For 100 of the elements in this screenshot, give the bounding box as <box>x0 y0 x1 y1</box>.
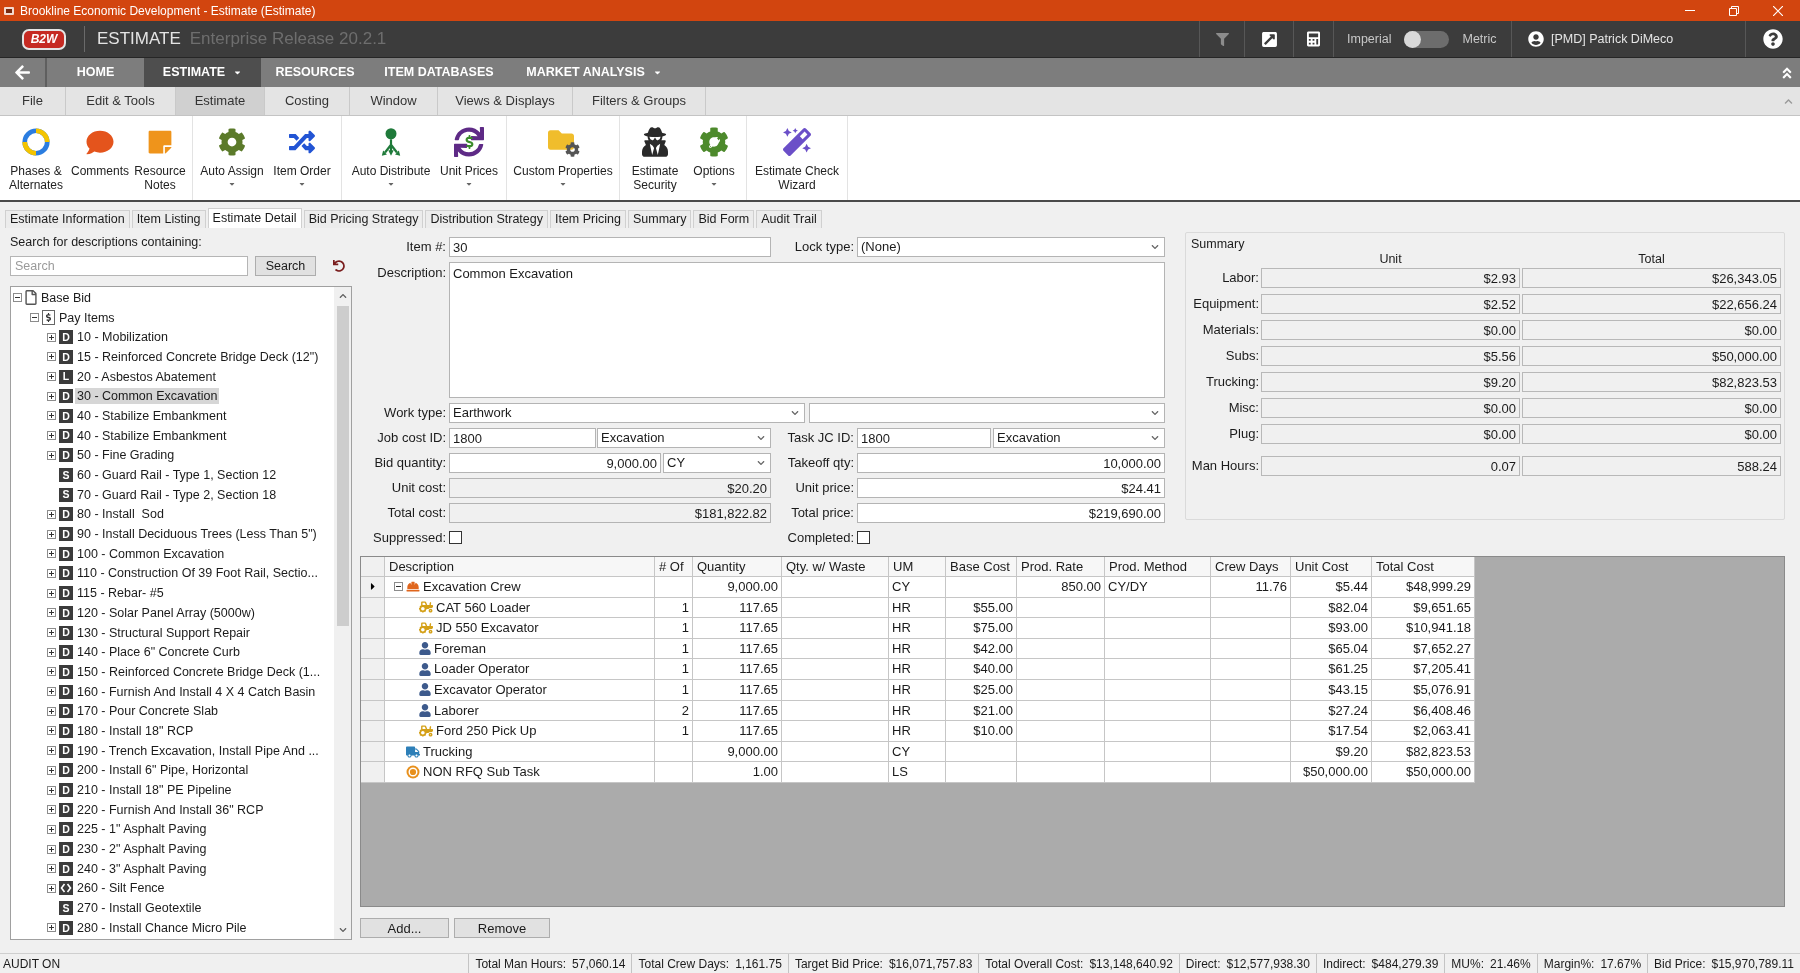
document-tab[interactable]: Item Listing <box>131 210 206 228</box>
plus-box-icon[interactable] <box>47 628 56 638</box>
auto-distribute-button[interactable]: Auto Distribute <box>346 116 436 200</box>
grid-action-button[interactable]: Add... <box>360 918 449 938</box>
document-tab[interactable]: Bid Pricing Strategy <box>303 210 424 228</box>
document-tab[interactable]: Estimate Detail <box>207 208 302 228</box>
double-chevron-up-icon[interactable] <box>1780 65 1794 80</box>
tree-item[interactable]: 200 - Install 6" Pipe, Horizontal <box>75 762 251 779</box>
total-cost-field[interactable]: $181,822.82 <box>449 503 771 523</box>
plus-box-icon[interactable] <box>47 844 56 854</box>
tree-item[interactable]: 170 - Pour Concrete Slab <box>75 703 221 720</box>
plus-box-icon[interactable] <box>47 352 56 362</box>
tree-item[interactable]: 100 - Common Excavation <box>75 545 227 562</box>
options-button[interactable]: Options <box>686 116 742 200</box>
summary-total-field[interactable]: $0.00 <box>1522 320 1781 340</box>
check-wizard-button[interactable]: Estimate Check Wizard <box>751 116 843 200</box>
tree-item[interactable]: 10 - Mobilization <box>75 329 170 346</box>
tree-item[interactable]: 110 - Construction Of 39 Foot Rail, Sectio... <box>75 565 320 582</box>
plus-box-icon[interactable] <box>47 687 56 697</box>
auto-assign-button[interactable]: Auto Assign <box>197 116 267 200</box>
plus-box-icon[interactable] <box>47 588 56 598</box>
document-tab[interactable]: Summary <box>627 210 692 228</box>
tree-item[interactable]: 240 - 3" Asphalt Paving <box>75 860 209 877</box>
item-order-button[interactable]: Item Order <box>267 116 337 200</box>
summary-unit-field[interactable]: $9.20 <box>1261 372 1520 392</box>
security-button[interactable]: Estimate Security <box>624 116 686 200</box>
column-header[interactable]: Crew Days <box>1211 557 1291 577</box>
tree-item[interactable]: 210 - Install 18" PE Pipeline <box>75 782 234 799</box>
unit-dropdown[interactable]: CY <box>663 453 771 473</box>
tree-item[interactable]: 90 - Install Deciduous Trees (Less Than 5") <box>75 526 319 543</box>
summary-total-field[interactable]: $50,000.00 <box>1522 346 1781 366</box>
summary-unit-field[interactable]: 0.07 <box>1261 456 1520 476</box>
unit-prices-button[interactable]: Unit Prices <box>436 116 502 200</box>
phases-button[interactable]: Phases & Alternates <box>4 116 68 200</box>
checkbox[interactable] <box>449 531 462 545</box>
plus-box-icon[interactable] <box>47 706 56 716</box>
column-header[interactable]: UM <box>889 557 946 577</box>
nav-tab[interactable]: ITEM DATABASES <box>369 58 509 87</box>
tree-item[interactable]: 80 - Install Sod <box>75 506 166 523</box>
tree-item[interactable]: Base Bid <box>39 289 94 306</box>
minus-box-icon[interactable] <box>30 313 39 323</box>
scrollbar[interactable] <box>334 287 351 939</box>
column-header[interactable]: Prod. Rate <box>1017 557 1105 577</box>
plus-box-icon[interactable] <box>47 549 56 559</box>
column-header[interactable]: Quantity <box>693 557 782 577</box>
ribbon-tab[interactable]: Costing <box>265 87 350 115</box>
summary-total-field[interactable]: $0.00 <box>1522 424 1781 444</box>
document-tab[interactable]: Distribution Strategy <box>425 210 548 228</box>
summary-total-field[interactable]: $26,343.05 <box>1522 268 1781 288</box>
total-price-field[interactable]: $219,690.00 <box>857 503 1165 523</box>
ribbon-tab[interactable]: Window <box>350 87 438 115</box>
plus-box-icon[interactable] <box>47 746 56 756</box>
chevron-up-icon[interactable] <box>338 292 347 300</box>
summary-total-field[interactable]: 588.24 <box>1522 456 1781 476</box>
nav-tab[interactable]: ESTIMATE <box>144 58 261 87</box>
plus-box-icon[interactable] <box>47 805 56 815</box>
tree-item[interactable]: 20 - Asbestos Abatement <box>75 368 218 385</box>
notes-button[interactable]: Resource Notes <box>132 116 188 200</box>
summary-unit-field[interactable]: $0.00 <box>1261 424 1520 444</box>
takeoff-quantity-field[interactable]: 10,000.00 <box>857 453 1165 473</box>
plus-box-icon[interactable] <box>47 332 56 342</box>
plus-box-icon[interactable] <box>47 529 56 539</box>
tree-item[interactable]: 180 - Install 18" RCP <box>75 722 196 739</box>
tree-item[interactable]: 280 - Install Chance Micro Pile <box>75 919 249 936</box>
ribbon-tab[interactable]: File <box>0 87 66 115</box>
unit-price-field[interactable]: $24.41 <box>857 478 1165 498</box>
bid-quantity-field[interactable]: 9,000.00 <box>449 453 661 473</box>
column-header[interactable]: Unit Cost <box>1291 557 1372 577</box>
column-header[interactable]: Description <box>385 557 655 577</box>
units-toggle[interactable] <box>1404 30 1450 48</box>
document-tab[interactable]: Audit Trail <box>756 210 822 228</box>
work-type-dropdown[interactable]: Earthwork <box>449 403 805 423</box>
plus-box-icon[interactable] <box>47 450 56 460</box>
tree-item[interactable]: 150 - Reinforced Concrete Bridge Deck (1... <box>75 663 323 680</box>
tree-item[interactable]: 30 - Common Excavation <box>75 388 220 405</box>
tree-item[interactable]: 120 - Solar Panel Array (5000w) <box>75 604 257 621</box>
grid-action-button[interactable]: Remove <box>454 918 550 938</box>
plus-box-icon[interactable] <box>47 608 56 618</box>
minus-box-icon[interactable] <box>13 293 22 303</box>
document-tab[interactable]: Bid Form <box>693 210 755 228</box>
column-header[interactable]: Base Cost <box>946 557 1017 577</box>
column-header[interactable]: Qty. w/ Waste <box>782 557 889 577</box>
task-id-field[interactable]: 1800 <box>857 428 991 448</box>
document-tab[interactable]: Estimate Information <box>5 210 130 228</box>
plus-box-icon[interactable] <box>47 667 56 677</box>
lock-type-dropdown[interactable]: (None) <box>857 237 1165 257</box>
tree-item[interactable]: 225 - 1" Asphalt Paving <box>75 821 209 838</box>
unit-cost-field[interactable]: $20.20 <box>449 478 771 498</box>
tree-item[interactable]: 270 - Install Geotextile <box>75 900 204 917</box>
tree-item[interactable]: 50 - Fine Grading <box>75 447 177 464</box>
plus-box-icon[interactable] <box>47 568 56 578</box>
ribbon-tab[interactable]: Views & Displays <box>438 87 573 115</box>
job-cost-id-field[interactable]: 1800 <box>449 428 596 448</box>
ribbon-tab[interactable]: Filters & Groups <box>573 87 706 115</box>
undo-icon[interactable] <box>333 260 345 272</box>
plus-box-icon[interactable] <box>47 509 56 519</box>
plus-box-icon[interactable] <box>47 785 56 795</box>
summary-unit-field[interactable]: $2.93 <box>1261 268 1520 288</box>
checkbox[interactable] <box>857 531 870 545</box>
phase-dropdown[interactable]: Excavation <box>597 428 771 448</box>
